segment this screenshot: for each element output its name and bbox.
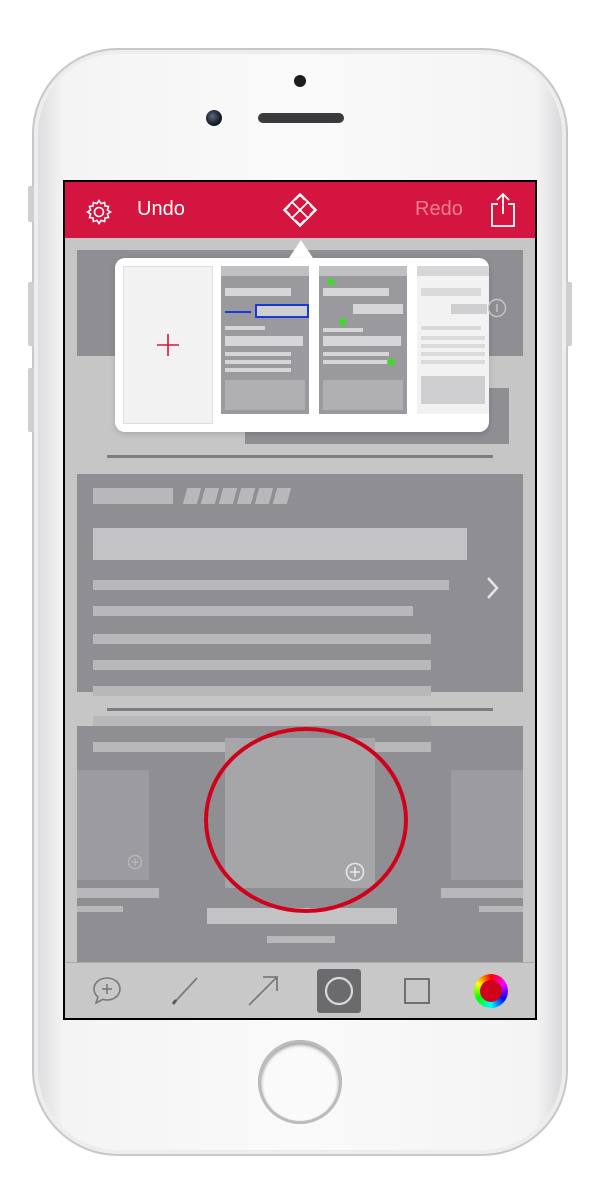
earpiece-speaker (258, 113, 344, 123)
mute-switch (28, 186, 34, 222)
add-page-button[interactable] (123, 266, 213, 424)
top-toolbar: Undo Redo (65, 182, 535, 238)
mock-headline-bar (93, 528, 467, 560)
power-button (566, 282, 572, 346)
page-thumbnail-3[interactable] (417, 266, 489, 414)
mock-line (93, 660, 431, 670)
mock-image-right (451, 770, 523, 880)
color-tool[interactable] (469, 969, 513, 1013)
home-button[interactable] (258, 1040, 342, 1124)
pages-popover (115, 258, 507, 432)
redo-button[interactable]: Redo (415, 198, 463, 221)
annotation-ellipse[interactable] (201, 724, 411, 916)
chevron-right-icon (487, 577, 499, 599)
comment-plus-icon (93, 977, 121, 1005)
volume-down-button (28, 368, 34, 432)
mock-date-placeholder (182, 488, 296, 504)
info-circle-icon (487, 298, 507, 318)
proximity-sensor (294, 75, 306, 87)
mock-caption-small (267, 936, 335, 943)
popover-arrow (289, 240, 313, 258)
circle-icon (324, 976, 354, 1006)
plus-icon (157, 334, 179, 356)
arrow-icon (248, 976, 278, 1006)
mock-caption (77, 888, 159, 898)
crosshair-logo-icon[interactable] (281, 191, 319, 229)
mock-divider-2 (107, 708, 493, 711)
mock-line (93, 580, 449, 590)
screen: Undo Redo (63, 180, 537, 1020)
arrow-tool[interactable] (241, 969, 285, 1013)
mock-line (93, 634, 431, 644)
mock-divider-1 (107, 455, 493, 458)
plus-circle-icon (127, 854, 143, 870)
app-canvas: Undo Redo (65, 182, 535, 1018)
drawing-toolbar (65, 962, 535, 1018)
mock-caption (441, 888, 523, 898)
mock-title-bar (93, 488, 173, 504)
mock-caption (77, 906, 123, 912)
mock-caption (479, 906, 523, 912)
comment-tool[interactable] (85, 969, 129, 1013)
mock-line (93, 606, 413, 616)
pen-tool[interactable] (163, 969, 207, 1013)
undo-button[interactable]: Undo (137, 198, 185, 221)
rectangle-tool[interactable] (395, 969, 439, 1013)
page-thumbnail-2[interactable] (319, 266, 407, 414)
color-wheel-icon (474, 974, 508, 1008)
front-camera (206, 110, 222, 126)
ellipse-tool[interactable] (317, 969, 361, 1013)
page-thumbnail-1[interactable] (221, 266, 309, 414)
mock-line (93, 686, 431, 696)
gear-icon[interactable] (85, 198, 113, 226)
square-icon (404, 978, 430, 1004)
volume-up-button (28, 282, 34, 346)
pen-icon (171, 977, 198, 1005)
share-icon[interactable] (489, 192, 517, 228)
